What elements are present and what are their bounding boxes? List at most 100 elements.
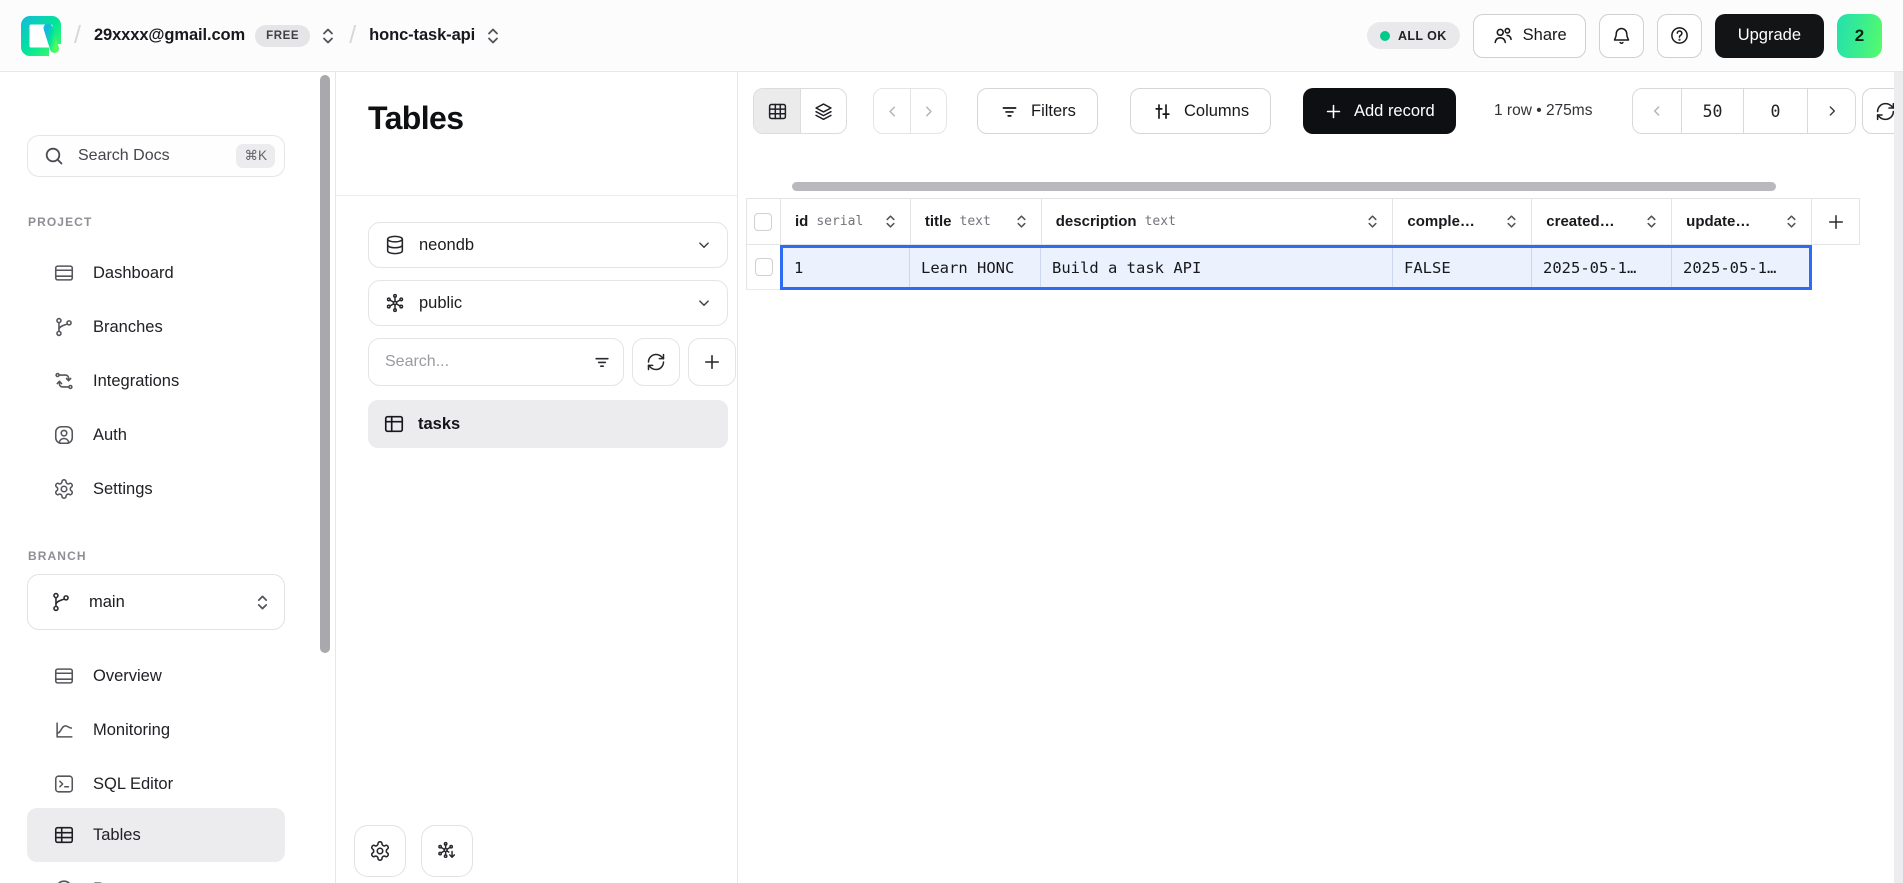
- layers-icon: [813, 101, 834, 122]
- sidebar-item-monitoring[interactable]: Monitoring: [27, 703, 285, 757]
- bell-icon: [1611, 25, 1632, 46]
- schema-name: public: [419, 294, 462, 313]
- section-label-project: PROJECT: [28, 215, 92, 229]
- chevron-updown-icon: [255, 592, 270, 613]
- sidebar-item-label: Tables: [93, 826, 141, 845]
- notifications-button[interactable]: [1599, 14, 1644, 58]
- panel-settings-button[interactable]: [354, 825, 406, 877]
- filter-lines-icon: [999, 101, 1020, 122]
- column-header-id[interactable]: id serial: [781, 199, 911, 244]
- filters-button[interactable]: Filters: [977, 88, 1098, 134]
- sort-icon[interactable]: [1365, 213, 1380, 230]
- auth-user-icon: [53, 424, 75, 446]
- chart-icon: [53, 719, 75, 741]
- add-record-label: Add record: [1354, 102, 1435, 121]
- schema-selector[interactable]: public: [368, 280, 728, 326]
- question-icon: [1669, 25, 1690, 46]
- cell-title[interactable]: Learn HONC: [910, 248, 1041, 287]
- sort-icon[interactable]: [1504, 213, 1519, 230]
- add-table-button[interactable]: [688, 338, 736, 386]
- select-all-checkbox[interactable]: [754, 213, 772, 231]
- share-label: Share: [1523, 26, 1567, 45]
- breadcrumb-separator: /: [74, 21, 81, 50]
- columns-button[interactable]: Columns: [1130, 88, 1271, 134]
- sort-icon[interactable]: [1784, 213, 1799, 230]
- sidebar-item-restore[interactable]: Restore: [27, 862, 285, 883]
- status-dot-icon: [1380, 31, 1390, 41]
- sort-icon[interactable]: [883, 213, 898, 230]
- grid-view-button[interactable]: [754, 89, 800, 133]
- upgrade-button[interactable]: Upgrade: [1715, 14, 1824, 58]
- sidebar-item-tables[interactable]: Tables: [27, 808, 285, 862]
- column-header-updated[interactable]: update…: [1672, 199, 1812, 244]
- sidebar-item-overview[interactable]: Overview: [27, 649, 285, 703]
- divider: [336, 195, 737, 196]
- cell-updated[interactable]: 2025-05-1…: [1672, 248, 1809, 287]
- table-search-input[interactable]: [385, 353, 592, 371]
- table-icon: [53, 824, 75, 846]
- integrations-icon: [53, 370, 75, 392]
- forward-button[interactable]: [910, 89, 946, 133]
- page-prev-button[interactable]: [1633, 89, 1681, 133]
- chevron-updown-icon[interactable]: [485, 25, 501, 47]
- notification-count-badge[interactable]: 2: [1837, 14, 1882, 58]
- sidebar-scrollbar[interactable]: [320, 75, 330, 653]
- sidebar-item-integrations[interactable]: Integrations: [27, 354, 285, 408]
- top-header: / 29xxxx@gmail.com FREE / honc-task-api …: [0, 0, 1903, 72]
- sidebar-item-label: Integrations: [93, 372, 179, 391]
- refresh-tables-button[interactable]: [632, 338, 680, 386]
- table-row[interactable]: 1 Learn HONC Build a task API FALSE 2025…: [780, 245, 1812, 290]
- column-header-created[interactable]: created…: [1532, 199, 1672, 244]
- column-header-title[interactable]: title text: [911, 199, 1042, 244]
- cell-id[interactable]: 1: [783, 248, 910, 287]
- back-button[interactable]: [874, 89, 910, 133]
- cell-created[interactable]: 2025-05-1…: [1532, 248, 1672, 287]
- search-docs-button[interactable]: Search Docs ⌘K: [27, 135, 285, 177]
- table-search-field[interactable]: [368, 338, 624, 386]
- breadcrumb-separator: /: [349, 21, 356, 50]
- page-offset-value[interactable]: 0: [1743, 89, 1807, 133]
- column-header-completed[interactable]: comple…: [1393, 199, 1532, 244]
- chevron-right-icon: [920, 103, 937, 120]
- sidebar-item-settings[interactable]: Settings: [27, 462, 285, 516]
- vertical-scrollbar[interactable]: [1894, 72, 1903, 883]
- sort-icon[interactable]: [1014, 213, 1029, 230]
- status-badge[interactable]: ALL OK: [1367, 22, 1460, 49]
- terminal-icon: [53, 773, 75, 795]
- sidebar-item-dashboard[interactable]: Dashboard: [27, 246, 285, 300]
- chevron-updown-icon[interactable]: [320, 25, 336, 47]
- sort-icon[interactable]: [1644, 213, 1659, 230]
- database-selector[interactable]: neondb: [368, 222, 728, 268]
- breadcrumb-account[interactable]: 29xxxx@gmail.com FREE: [94, 25, 336, 47]
- cell-description[interactable]: Build a task API: [1041, 248, 1393, 287]
- git-branch-icon: [53, 316, 75, 338]
- breadcrumb-project[interactable]: honc-task-api: [369, 25, 501, 47]
- share-button[interactable]: Share: [1473, 14, 1586, 58]
- sidebar-item-sql-editor[interactable]: SQL Editor: [27, 757, 285, 811]
- sliders-icon: [1152, 101, 1173, 122]
- help-button[interactable]: [1657, 14, 1702, 58]
- table-grid-icon: [767, 101, 788, 122]
- restore-clock-icon: [53, 878, 75, 883]
- neon-logo[interactable]: [21, 16, 61, 56]
- layers-view-button[interactable]: [800, 89, 846, 133]
- schema-export-button[interactable]: [421, 825, 473, 877]
- page-next-button[interactable]: [1807, 89, 1855, 133]
- column-header-description[interactable]: description text: [1042, 199, 1394, 244]
- status-label: ALL OK: [1398, 29, 1447, 43]
- add-record-button[interactable]: Add record: [1303, 88, 1456, 134]
- add-column-button[interactable]: [1812, 199, 1860, 244]
- cell-completed[interactable]: FALSE: [1393, 248, 1532, 287]
- table-list-item-tasks[interactable]: tasks: [368, 400, 728, 448]
- row-checkbox[interactable]: [755, 258, 773, 276]
- database-icon: [384, 234, 406, 256]
- sidebar-item-label: Auth: [93, 426, 127, 445]
- sidebar-item-auth[interactable]: Auth: [27, 408, 285, 462]
- sidebar-item-branches[interactable]: Branches: [27, 300, 285, 354]
- page-size-value[interactable]: 50: [1681, 89, 1743, 133]
- filter-lines-icon[interactable]: [592, 352, 612, 372]
- horizontal-scrollbar[interactable]: [792, 182, 1776, 191]
- table-name: tasks: [418, 415, 460, 434]
- panel-title: Tables: [368, 100, 463, 137]
- branch-selector[interactable]: main: [27, 574, 285, 630]
